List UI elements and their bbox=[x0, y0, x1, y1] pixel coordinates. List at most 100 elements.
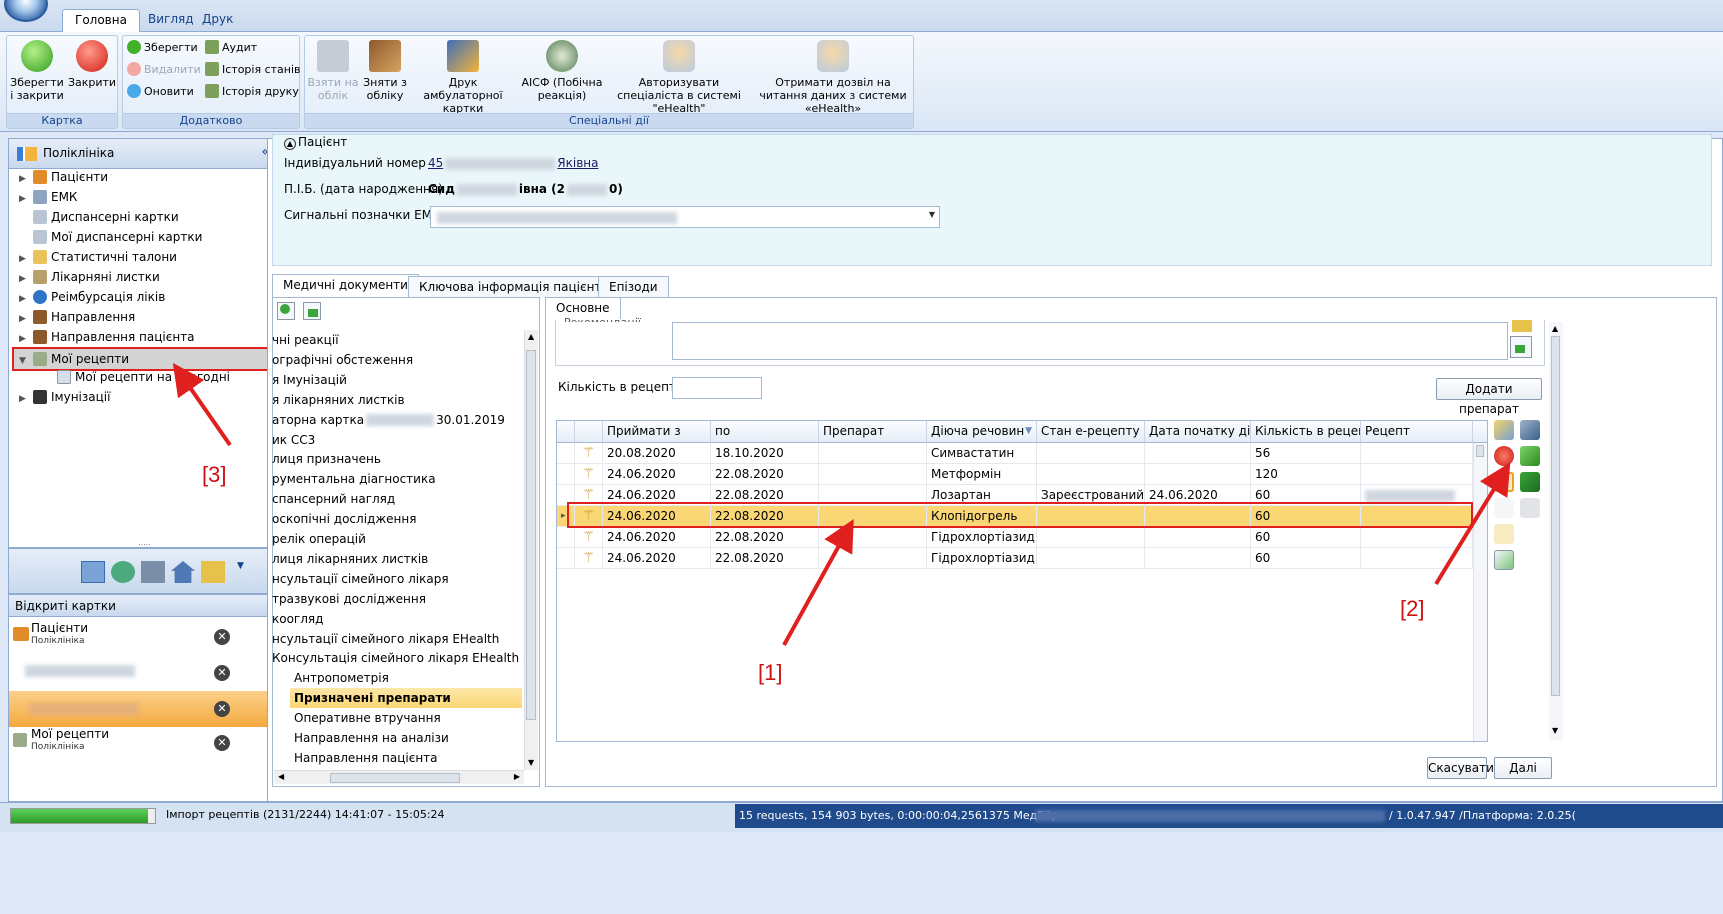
collapse-icon[interactable]: ▼ bbox=[19, 351, 33, 371]
document-item[interactable]: я Імунізацій bbox=[272, 370, 347, 390]
expand-icon[interactable]: ▶ bbox=[19, 329, 33, 349]
refresh-green-icon[interactable] bbox=[1520, 446, 1540, 466]
nav-item-stat-coupons[interactable]: ▶ Статистичні талони bbox=[19, 247, 177, 267]
folder-icon[interactable] bbox=[201, 561, 225, 583]
grid-header-start[interactable]: Дата початку дії е bbox=[1145, 421, 1251, 443]
recommendations-textarea[interactable] bbox=[672, 322, 1508, 360]
audit-button[interactable]: Аудит bbox=[205, 38, 257, 58]
document-item[interactable]: Консультація сімейного лікаря EHealth ві… bbox=[272, 648, 524, 668]
nav-item-my-dispensary[interactable]: Мої диспансерні картки bbox=[33, 227, 202, 247]
table-row[interactable]: ⚚ 20.08.2020 18.10.2020 Симвастатин 56 bbox=[557, 443, 1473, 464]
close-icon[interactable]: ✕ bbox=[214, 629, 230, 645]
document-subitem-selected[interactable]: Призначені препарати bbox=[290, 688, 522, 709]
expand-icon[interactable]: ▶ bbox=[19, 249, 33, 269]
tab-home[interactable]: Головна bbox=[62, 9, 140, 32]
patient-section-header[interactable]: ▲ Пацієнт bbox=[281, 135, 351, 150]
add-document-icon[interactable] bbox=[1510, 336, 1532, 358]
document-item[interactable]: лиця лікарняних листків bbox=[272, 549, 428, 569]
document-item[interactable]: спансерний нагляд bbox=[272, 489, 395, 509]
document-item[interactable]: чні реакції bbox=[272, 330, 339, 350]
document-item[interactable]: аторна картка 30.01.2019 bbox=[272, 410, 505, 430]
print-icon[interactable] bbox=[1520, 498, 1540, 518]
grid-header-from[interactable]: Приймати з bbox=[603, 421, 711, 443]
authorize-ehealth-button[interactable]: Авторизувати спеціаліста в системі "eHea… bbox=[607, 38, 751, 115]
open-card-my-prescriptions[interactable]: Мої рецепти Поліклініка ✕ bbox=[9, 725, 280, 761]
document-subitem[interactable]: Антропометрія bbox=[290, 668, 522, 688]
chevron-down-icon[interactable]: ▼ bbox=[929, 210, 935, 219]
documents-scrollbar-vertical[interactable]: ▲ ▼ bbox=[524, 330, 538, 770]
document-item[interactable]: рументальна діагностика bbox=[272, 469, 436, 489]
clock-icon[interactable] bbox=[111, 561, 135, 583]
table-row[interactable]: ⚚ 24.06.2020 22.08.2020 Гідрохлортіазид 60 bbox=[557, 527, 1473, 548]
table-row[interactable]: ⚚ 24.06.2020 22.08.2020 Метформін 120 bbox=[557, 464, 1473, 485]
emk-signals-select[interactable]: ▼ bbox=[430, 206, 940, 228]
folders-icon[interactable] bbox=[1494, 420, 1514, 440]
state-history-button[interactable]: Історія станів bbox=[205, 60, 301, 80]
open-card-patient-blurred[interactable]: ✕ bbox=[9, 655, 280, 691]
grid-header-substance[interactable]: Діюча речовин ▼ bbox=[927, 421, 1037, 443]
chevron-up-icon[interactable]: ▲ bbox=[1552, 324, 1558, 333]
nav-item-sick-leaves[interactable]: ▶ Лікарняні листки bbox=[19, 267, 160, 287]
document-item[interactable]: ографічні обстеження bbox=[272, 350, 413, 370]
nav-item-my-prescriptions[interactable]: ▼ Мої рецепти bbox=[19, 349, 129, 369]
folder-icon[interactable] bbox=[1512, 320, 1532, 332]
close-button[interactable]: Закрити bbox=[67, 38, 117, 89]
tab-key-info[interactable]: Ключова інформація пацієнта bbox=[408, 276, 620, 298]
document-subitem[interactable]: Направлення на аналізи bbox=[290, 728, 522, 748]
document-item[interactable]: нсультації сімейного лікаря EHealth bbox=[272, 629, 499, 649]
envelope-icon[interactable] bbox=[1494, 524, 1514, 544]
open-card-active[interactable]: ✕ bbox=[9, 691, 280, 727]
grid-header-recipe[interactable]: Рецепт bbox=[1361, 421, 1473, 443]
chevron-left-icon[interactable]: ◀ bbox=[278, 772, 284, 781]
prescription-form-icon[interactable] bbox=[1494, 472, 1514, 492]
grid-header-qty[interactable]: Кількість в рецепт bbox=[1251, 421, 1361, 443]
nav-item-patients[interactable]: ▶ Пацієнти bbox=[19, 167, 108, 187]
remove-register-button[interactable]: Зняти з обліку bbox=[359, 38, 411, 102]
document-item[interactable]: лиця призначень bbox=[272, 449, 381, 469]
disabled-cancel-icon[interactable] bbox=[1494, 498, 1514, 518]
document-subitem[interactable]: Оперативне втручання bbox=[290, 708, 522, 728]
nav-splitter[interactable]: ..... bbox=[9, 538, 280, 547]
add-document-icon[interactable] bbox=[277, 302, 295, 320]
scrollbar-thumb[interactable] bbox=[1551, 336, 1560, 696]
document-item[interactable]: я лікарняних листків bbox=[272, 390, 405, 410]
close-icon[interactable]: ✕ bbox=[214, 735, 230, 751]
delete-button[interactable]: Видалити bbox=[127, 60, 201, 80]
expand-icon[interactable]: ▶ bbox=[19, 189, 33, 209]
document-item[interactable]: нсультації сімейного лікаря bbox=[272, 569, 449, 589]
scrollbar-thumb[interactable] bbox=[526, 350, 536, 720]
save-button[interactable]: Зберегти bbox=[127, 38, 198, 58]
tab-episodes[interactable]: Епізоди bbox=[598, 276, 669, 298]
next-button[interactable]: Далі bbox=[1494, 757, 1552, 779]
grid-view-icon[interactable] bbox=[81, 561, 105, 583]
nav-item-referrals[interactable]: ▶ Направлення bbox=[19, 307, 135, 327]
close-icon[interactable]: ✕ bbox=[214, 701, 230, 717]
cancel-button[interactable]: Скасувати bbox=[1427, 757, 1494, 779]
print-card-button[interactable]: Друк амбулаторної картки bbox=[411, 38, 515, 115]
flag-icon[interactable] bbox=[1520, 472, 1540, 492]
nav-item-patient-referrals[interactable]: ▶ Направлення пацієнта bbox=[19, 327, 195, 347]
collapse-circle-icon[interactable]: ▲ bbox=[284, 138, 296, 150]
expand-icon[interactable]: ▶ bbox=[19, 169, 33, 189]
document-item[interactable]: оскопічні дослідження bbox=[272, 509, 416, 529]
nav-item-emk[interactable]: ▶ ЕМК bbox=[19, 187, 77, 207]
quantity-input[interactable] bbox=[672, 377, 762, 399]
export-icon[interactable] bbox=[1494, 550, 1514, 570]
document-item[interactable]: коогляд bbox=[272, 609, 323, 629]
nav-item-my-prescriptions-today[interactable]: Мої рецепти на сьогодні bbox=[57, 367, 230, 387]
close-icon[interactable]: ✕ bbox=[214, 665, 230, 681]
add-drug-button[interactable]: Додати препарат bbox=[1436, 378, 1542, 416]
chevron-down-icon[interactable]: ▼ bbox=[528, 758, 534, 767]
expand-icon[interactable]: ▶ bbox=[19, 269, 33, 289]
chevron-right-icon[interactable]: ▶ bbox=[514, 772, 520, 781]
document-item[interactable]: тразвукові дослідження bbox=[272, 589, 426, 609]
chevron-down-icon[interactable]: ▼ bbox=[1552, 726, 1558, 735]
expand-icon[interactable]: ▶ bbox=[19, 389, 33, 409]
document-item[interactable]: ик СС3 bbox=[272, 430, 315, 450]
books-icon[interactable] bbox=[141, 561, 165, 583]
nav-item-reimbursement[interactable]: ▶ Реімбурсація ліків bbox=[19, 287, 165, 307]
patient-id-link[interactable]: 45 Яківна bbox=[428, 156, 598, 170]
open-card-patients[interactable]: Пацієнти Поліклініка ✕ bbox=[9, 619, 280, 655]
panel-scrollbar[interactable]: ▲ ▼ bbox=[1549, 322, 1563, 740]
aisf-button[interactable]: АІСФ (Побічна реакція) bbox=[517, 38, 607, 102]
